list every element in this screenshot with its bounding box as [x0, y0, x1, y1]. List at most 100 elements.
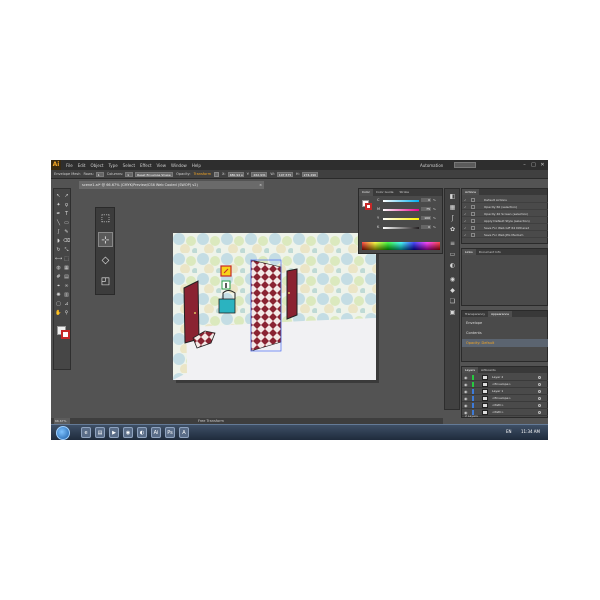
- tab-transparency[interactable]: Transparency: [462, 311, 488, 317]
- layer-name[interactable]: <Path>: [492, 402, 504, 409]
- target-icon[interactable]: [538, 411, 541, 414]
- dialog-toggle-icon[interactable]: [471, 198, 475, 202]
- slice-icon[interactable]: ⊿: [63, 301, 70, 308]
- target-icon[interactable]: [538, 383, 541, 386]
- cyan-slider[interactable]: [383, 200, 419, 202]
- menu-help[interactable]: Help: [192, 163, 201, 168]
- menu-view[interactable]: View: [157, 163, 167, 168]
- transform-link[interactable]: Transform: [194, 172, 211, 176]
- paintbrush-icon[interactable]: ʃ: [55, 229, 62, 236]
- menu-type[interactable]: Type: [108, 163, 117, 168]
- action-row[interactable]: ✓ Default Actions: [462, 197, 548, 203]
- graphic-styles-icon[interactable]: ◆: [448, 286, 457, 295]
- appearance-opacity[interactable]: Opacity: Default: [462, 339, 548, 347]
- tab-layers[interactable]: Layers: [462, 367, 478, 373]
- yellow-slider[interactable]: [383, 218, 419, 220]
- visibility-eye-icon[interactable]: ◉: [464, 402, 468, 409]
- appearance-contents[interactable]: Contents: [462, 329, 548, 337]
- eyedropper-icon[interactable]: ⌖: [55, 283, 62, 290]
- artboard-icon[interactable]: ▢: [55, 301, 62, 308]
- artboards-panel-icon[interactable]: ▣: [448, 308, 457, 317]
- color-stroke-swatch[interactable]: [365, 203, 372, 210]
- media-icon[interactable]: ▶: [109, 427, 119, 438]
- swatches-icon[interactable]: ▦: [448, 203, 457, 212]
- line-icon[interactable]: ╲: [55, 220, 62, 227]
- tab-artboards[interactable]: Artboards: [478, 367, 499, 373]
- appearance-envelope[interactable]: Envelope: [462, 319, 548, 327]
- type-icon[interactable]: T: [63, 211, 70, 218]
- target-icon[interactable]: [538, 397, 541, 400]
- black-value[interactable]: 0: [421, 225, 431, 229]
- diamond-panel[interactable]: [250, 259, 282, 352]
- acrobat-icon[interactable]: A: [179, 427, 189, 438]
- tab-color-guide[interactable]: Color Guide: [373, 189, 397, 196]
- menu-file[interactable]: File: [66, 163, 73, 168]
- color-panel-icon[interactable]: ◧: [448, 192, 457, 201]
- scale-icon[interactable]: ⤡: [63, 247, 70, 254]
- tab-color[interactable]: Color: [359, 189, 373, 196]
- document-tab[interactable]: scene1.ai* @ 66.67% (CMYK/Preview/CS6 We…: [79, 181, 264, 189]
- rotate-icon[interactable]: ↻: [55, 247, 62, 254]
- layer-name[interactable]: <Envelope>: [492, 381, 511, 388]
- black-slider[interactable]: [383, 227, 419, 229]
- columns-field[interactable]: 1: [125, 171, 134, 177]
- check-icon[interactable]: ✓: [464, 218, 467, 224]
- target-icon[interactable]: [538, 404, 541, 407]
- ie-icon[interactable]: e: [81, 427, 91, 438]
- check-icon[interactable]: ✓: [464, 232, 467, 238]
- rows-field[interactable]: 1: [95, 171, 104, 177]
- clock[interactable]: 11:34 AM: [521, 429, 540, 434]
- check-icon[interactable]: ✓: [464, 197, 467, 203]
- pen-icon[interactable]: ✒: [55, 211, 62, 218]
- symbols-icon[interactable]: ✿: [448, 225, 457, 234]
- layer-row[interactable]: ◉ Layer 2: [462, 374, 548, 381]
- layer-name[interactable]: <Envelope>: [492, 395, 511, 402]
- free-transform-icon[interactable]: ⬚: [63, 256, 70, 263]
- check-icon[interactable]: ✓: [464, 211, 467, 217]
- visibility-eye-icon[interactable]: ◉: [464, 381, 468, 388]
- chrome-icon[interactable]: ◉: [123, 427, 133, 438]
- menu-effect[interactable]: Effect: [140, 163, 152, 168]
- dialog-toggle-icon[interactable]: [471, 233, 475, 237]
- action-row[interactable]: ✓ Opacity 60 (selection): [462, 204, 548, 210]
- visibility-eye-icon[interactable]: ◉: [464, 388, 468, 395]
- eraser-icon[interactable]: ⌫: [63, 238, 70, 245]
- visibility-eye-icon[interactable]: ◉: [464, 374, 468, 381]
- stroke-swatch[interactable]: [61, 330, 70, 339]
- free-transform-icon[interactable]: ⬚: [98, 211, 113, 226]
- tab-stroke[interactable]: Stroke: [396, 189, 412, 196]
- menu-object[interactable]: Object: [90, 163, 103, 168]
- cyan-value[interactable]: 0: [421, 198, 431, 202]
- layers-panel-icon[interactable]: ❏: [448, 297, 457, 306]
- layer-name[interactable]: <Path>: [492, 409, 504, 416]
- check-icon[interactable]: ✓: [464, 204, 467, 210]
- close-button[interactable]: ✕: [539, 162, 546, 168]
- layer-row[interactable]: ◉ <Envelope>: [462, 381, 548, 388]
- direct-selection-icon[interactable]: ↗: [63, 193, 70, 200]
- search-input[interactable]: [454, 162, 476, 168]
- blob-brush-icon[interactable]: ◗: [55, 238, 62, 245]
- menu-window[interactable]: Window: [171, 163, 187, 168]
- dialog-toggle-icon[interactable]: [471, 212, 475, 216]
- perspective-grid-icon[interactable]: ▦: [63, 265, 70, 272]
- artboard[interactable]: [173, 233, 376, 380]
- maximize-button[interactable]: □: [530, 162, 537, 168]
- layer-name[interactable]: Layer 2: [492, 374, 503, 381]
- tab-document-info[interactable]: Document Info: [476, 249, 504, 255]
- action-row[interactable]: ✓ Save For Web GIF 64 Dithered: [462, 225, 548, 231]
- reference-point-icon[interactable]: [213, 171, 219, 177]
- visibility-eye-icon[interactable]: ◉: [464, 395, 468, 402]
- close-document-icon[interactable]: ×: [259, 181, 262, 189]
- shape-builder-icon[interactable]: ◍: [55, 265, 62, 272]
- gradient-panel-icon[interactable]: ▭: [448, 250, 457, 259]
- tab-links[interactable]: Links: [462, 249, 476, 255]
- action-row[interactable]: ✓ Apply Default Style (selection): [462, 218, 548, 224]
- layer-row[interactable]: ◉ Layer 1: [462, 388, 548, 395]
- h-field[interactable]: 274.296 pt: [301, 171, 318, 177]
- target-icon[interactable]: [538, 390, 541, 393]
- magenta-value[interactable]: 75: [421, 207, 431, 211]
- constrain-icon[interactable]: ⊹: [98, 232, 113, 247]
- minimize-button[interactable]: –: [521, 162, 528, 168]
- brushes-icon[interactable]: ʃ: [448, 214, 457, 223]
- magenta-slider[interactable]: [383, 209, 419, 211]
